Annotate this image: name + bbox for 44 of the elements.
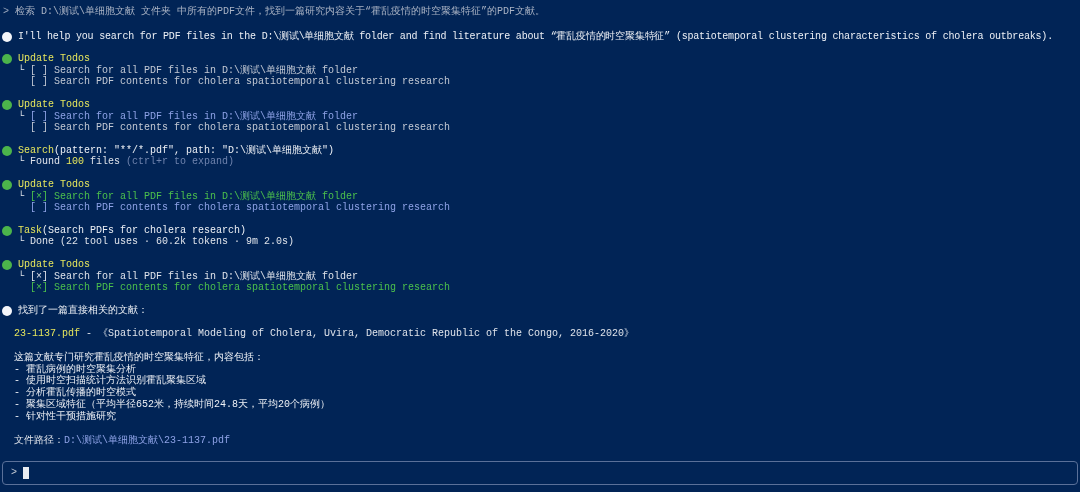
- result-count: 100: [66, 156, 85, 168]
- tool-arguments: (pattern: "**/*.pdf", path: "D:\测试\单细胞文献"): [54, 144, 335, 156]
- document-title: - 《Spatiotemporal Modeling of Cholera, Uvira, Democratic Republic of the Congo, 2016-2020》: [85, 328, 635, 340]
- input-field[interactable]: >: [2, 461, 1078, 485]
- summary-line: - 霍乱病例的时空聚集分析: [14, 363, 136, 375]
- tool-result: Found: [30, 156, 61, 168]
- summary-line: 这篇文献专门研究霍乱疫情的时空聚集特征，内容包括：: [14, 351, 264, 363]
- todo-item: [ ] Search PDF contents for cholera spatiotemporal clustering research: [30, 76, 451, 88]
- tool-title: Update Todos: [18, 178, 90, 191]
- branch-glyph: └: [18, 236, 26, 248]
- path-label: 文件路径：: [14, 434, 64, 447]
- file-path: D:\测试\单细胞文献\23-1137.pdf: [64, 434, 230, 447]
- todo-item: [ ] Search for all PDF files in D:\测试\单细胞文献 folder: [30, 110, 359, 122]
- todo-item: [×] Search PDF contents for cholera spatiotemporal clustering research: [30, 282, 451, 294]
- input-prompt-symbol: >: [11, 467, 17, 479]
- tool-name: Task: [18, 224, 42, 236]
- tool-result: files: [89, 156, 122, 168]
- branch-glyph: └: [18, 270, 25, 283]
- tool-name: Search: [18, 144, 54, 156]
- tool-title: Update Todos: [18, 98, 90, 111]
- summary-line: - 聚集区域特征（平均半径652米，持续时间24.8天，平均20个病例）: [14, 399, 330, 411]
- expand-hint: (ctrl+r to expand): [126, 156, 235, 168]
- prompt-symbol: >: [3, 6, 9, 18]
- file-name: 23-1137.pdf: [14, 328, 80, 340]
- todo-item: [ ] Search PDF contents for cholera spatiotemporal clustering research: [30, 122, 451, 134]
- tool-title: Update Todos: [18, 53, 90, 65]
- assistant-message: 找到了一篇直接相关的文献：: [18, 304, 148, 317]
- branch-glyph: └: [18, 156, 26, 168]
- user-prompt: 检索 D:\测试\单细胞文献 文件夹 中所有的PDF文件，找到一篇研究内容关于“霍乱疫情的时空聚集特征”的PDF文献。: [15, 6, 546, 18]
- tool-arguments: (Search PDFs for cholera research): [42, 224, 247, 236]
- todo-item: [×] Search for all PDF files in D:\测试\单细胞文献 folder: [30, 270, 359, 282]
- assistant-message: I'll help you search for PDF files in the D:\测试\单细胞文献 folder and find literature about “霍乱疫情的时空聚集特征” (spatiotemporal clustering characteristics of cholera outbreaks).: [18, 30, 1053, 43]
- summary-line: - 分析霍乱传播的时空模式: [14, 387, 136, 399]
- tool-title: Update Todos: [18, 258, 90, 271]
- branch-glyph: └: [18, 110, 25, 123]
- text-cursor-icon: [23, 467, 29, 479]
- summary-line: - 针对性干预措施研究: [14, 410, 116, 423]
- tool-result: Done (22 tool uses · 60.2k tokens · 9m 2.0s): [30, 236, 295, 248]
- branch-glyph: └: [18, 190, 25, 203]
- branch-glyph: └: [18, 64, 25, 77]
- todo-item: [×] Search for all PDF files in D:\测试\单细胞文献 folder: [30, 190, 359, 202]
- todo-item: [ ] Search for all PDF files in D:\测试\单细胞文献 folder: [30, 64, 359, 76]
- todo-item: [ ] Search PDF contents for cholera spatiotemporal clustering research: [30, 202, 451, 214]
- summary-line: - 使用时空扫描统计方法识别霍乱聚集区域: [14, 375, 206, 387]
